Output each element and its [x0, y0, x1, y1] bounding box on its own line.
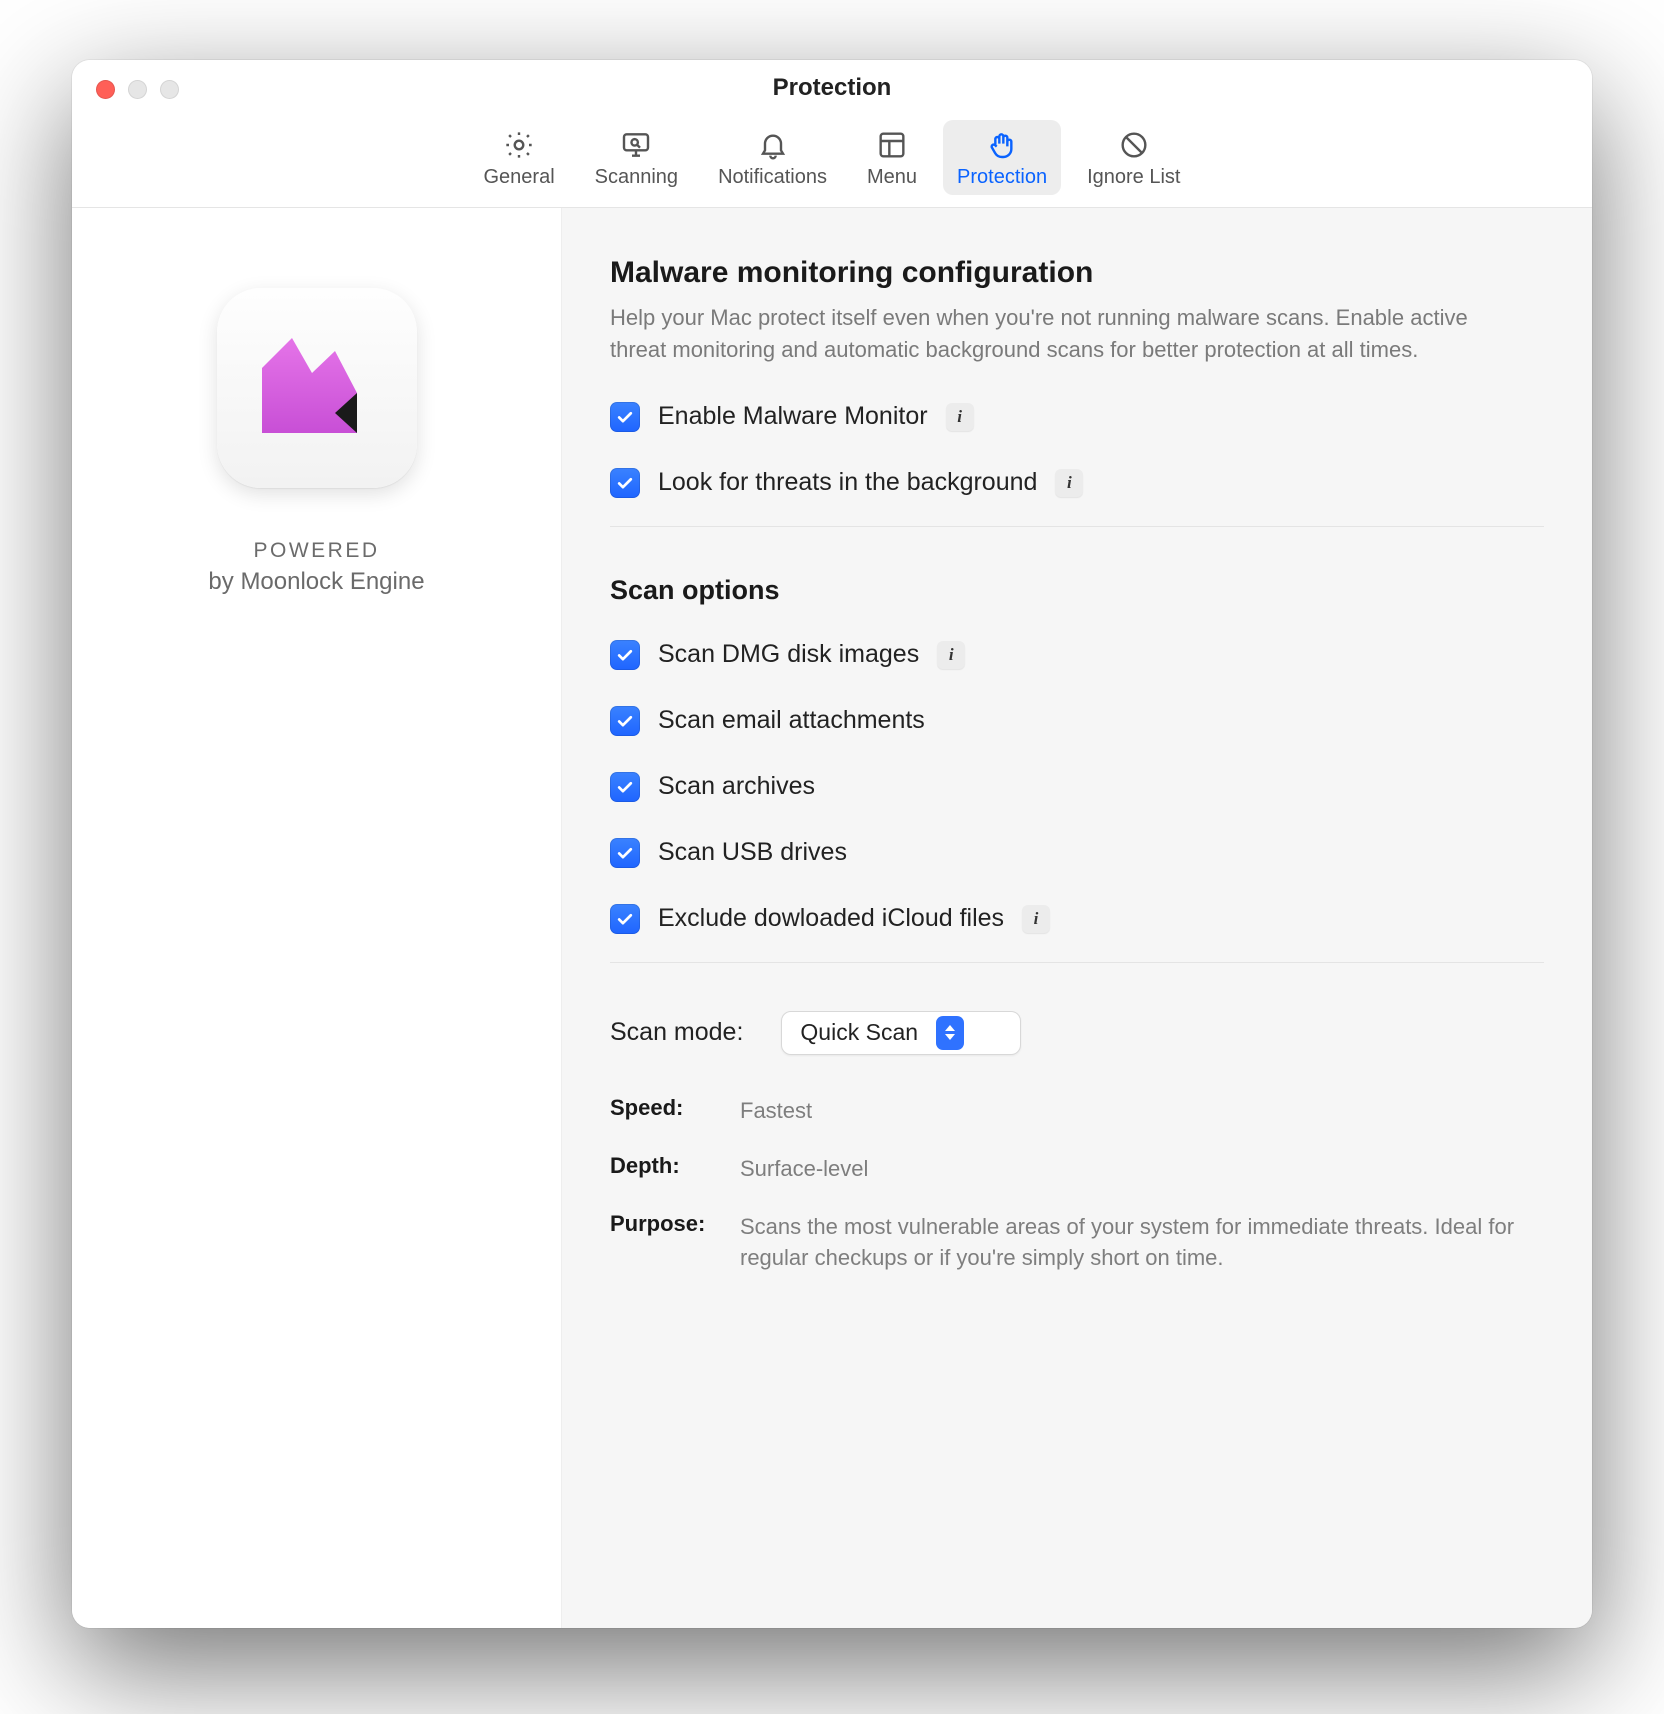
scan-mode-row: Scan mode: Quick Scan [610, 1011, 1544, 1055]
divider [610, 962, 1544, 963]
info-button[interactable]: i [1055, 469, 1083, 497]
option-label: Look for threats in the background [658, 468, 1037, 497]
option-label: Scan email attachments [658, 706, 925, 735]
toolbar-label: Notifications [718, 166, 827, 189]
detail-val-speed: Fastest [740, 1095, 1544, 1127]
scan-mode-value: Quick Scan [800, 1019, 918, 1046]
powered-by: POWERED by Moonlock Engine [208, 536, 424, 599]
bell-icon [756, 128, 790, 162]
tab-ignore-list[interactable]: Ignore List [1073, 120, 1194, 195]
info-button[interactable]: i [937, 641, 965, 669]
scan-mode-details: Speed: Fastest Depth: Surface-level Purp… [610, 1095, 1544, 1275]
layout-icon [875, 128, 909, 162]
gear-icon [502, 128, 536, 162]
scan-mode-select[interactable]: Quick Scan [781, 1011, 1021, 1055]
detail-key-purpose: Purpose: [610, 1211, 740, 1275]
option-scan-dmg: Scan DMG disk images i [610, 640, 1544, 670]
powered-label: POWERED [208, 536, 424, 565]
toolbar: General Scanning Notifications Menu Prot… [72, 116, 1592, 208]
section-desc-monitoring: Help your Mac protect itself even when y… [610, 302, 1530, 366]
info-button[interactable]: i [1022, 905, 1050, 933]
option-label: Scan archives [658, 772, 815, 801]
app-icon [217, 288, 417, 488]
app-glyph-icon [257, 333, 377, 443]
tab-scanning[interactable]: Scanning [581, 120, 692, 195]
traffic-lights [96, 80, 179, 99]
titlebar: Protection [72, 60, 1592, 116]
option-scan-usb: Scan USB drives [610, 838, 1544, 868]
toolbar-label: Protection [957, 166, 1047, 189]
divider [610, 526, 1544, 527]
detail-val-depth: Surface-level [740, 1153, 1544, 1185]
toolbar-label: General [484, 166, 555, 189]
option-label: Exclude dowloaded iCloud files [658, 904, 1004, 933]
tab-menu[interactable]: Menu [853, 120, 931, 195]
checkbox-scan-email[interactable] [610, 706, 640, 736]
option-enable-malware-monitor: Enable Malware Monitor i [610, 402, 1544, 432]
checkbox-scan-archives[interactable] [610, 772, 640, 802]
option-label: Scan USB drives [658, 838, 847, 867]
minimize-window-button[interactable] [128, 80, 147, 99]
section-title-monitoring: Malware monitoring configuration [610, 256, 1544, 290]
select-stepper-icon [936, 1016, 964, 1050]
detail-key-speed: Speed: [610, 1095, 740, 1127]
window-title: Protection [773, 74, 892, 102]
checkbox-scan-usb[interactable] [610, 838, 640, 868]
info-button[interactable]: i [946, 403, 974, 431]
hand-icon [985, 128, 1019, 162]
detail-val-purpose: Scans the most vulnerable areas of your … [740, 1211, 1544, 1275]
toolbar-label: Menu [867, 166, 917, 189]
detail-key-depth: Depth: [610, 1153, 740, 1185]
checkbox-background-threats[interactable] [610, 468, 640, 498]
tab-protection[interactable]: Protection [943, 120, 1061, 195]
option-scan-archives: Scan archives [610, 772, 1544, 802]
toolbar-label: Ignore List [1087, 166, 1180, 189]
tab-general[interactable]: General [470, 120, 569, 195]
option-label: Scan DMG disk images [658, 640, 919, 669]
checkbox-exclude-icloud[interactable] [610, 904, 640, 934]
powered-engine: by Moonlock Engine [208, 568, 424, 595]
option-label: Enable Malware Monitor [658, 402, 928, 431]
section-title-scan-options: Scan options [610, 575, 1544, 606]
checkbox-scan-dmg[interactable] [610, 640, 640, 670]
option-scan-email: Scan email attachments [610, 706, 1544, 736]
sidebar: POWERED by Moonlock Engine [72, 208, 562, 1628]
close-window-button[interactable] [96, 80, 115, 99]
window-body: POWERED by Moonlock Engine Malware monit… [72, 208, 1592, 1628]
content-pane: Malware monitoring configuration Help yo… [562, 208, 1592, 1628]
tab-notifications[interactable]: Notifications [704, 120, 841, 195]
checkbox-enable-malware-monitor[interactable] [610, 402, 640, 432]
option-background-threats: Look for threats in the background i [610, 468, 1544, 498]
ban-icon [1117, 128, 1151, 162]
zoom-window-button[interactable] [160, 80, 179, 99]
monitor-search-icon [619, 128, 653, 162]
option-exclude-icloud: Exclude dowloaded iCloud files i [610, 904, 1544, 934]
toolbar-label: Scanning [595, 166, 678, 189]
preferences-window: Protection General Scanning Notification… [72, 60, 1592, 1628]
scan-mode-label: Scan mode: [610, 1018, 743, 1047]
